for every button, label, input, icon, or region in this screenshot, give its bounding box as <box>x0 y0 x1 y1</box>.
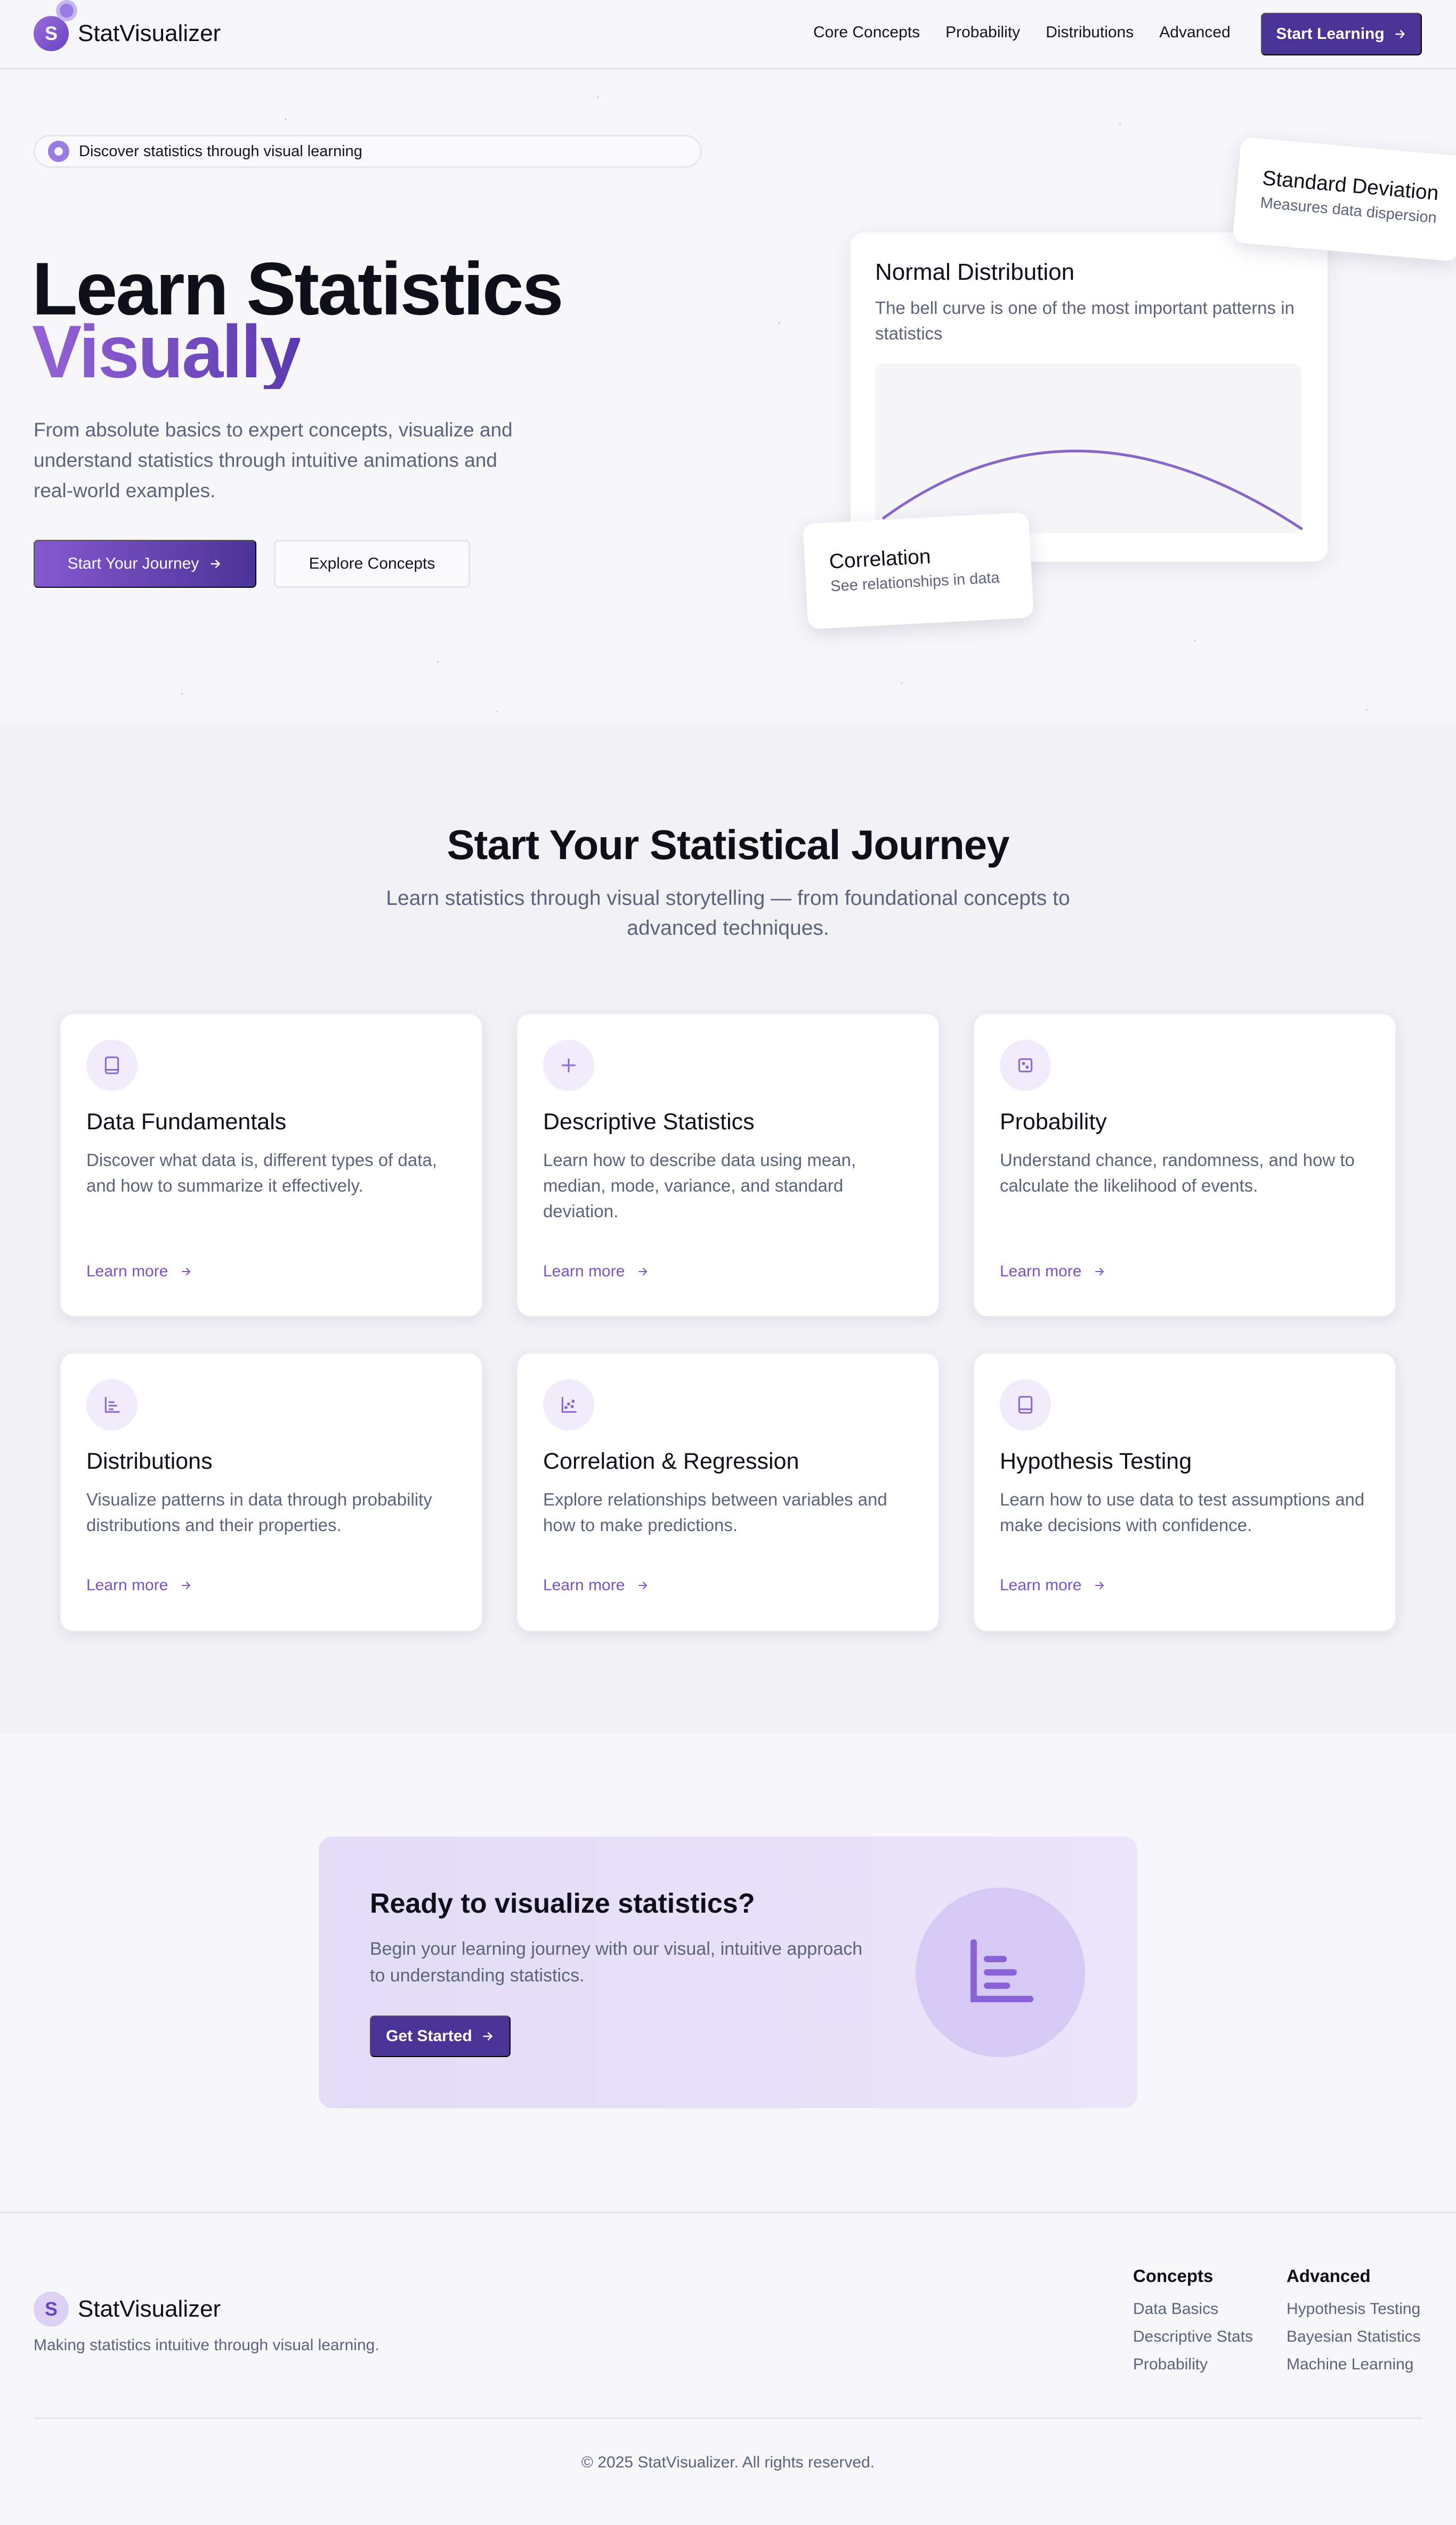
nav-link-core-concepts[interactable]: Core Concepts <box>813 23 920 42</box>
bell-curve-line <box>882 449 1303 530</box>
journey-subtitle: Learn statistics through visual storytel… <box>386 887 1070 940</box>
learn-more-link[interactable]: Learn more <box>1000 1576 1106 1595</box>
arrow-right-icon <box>483 2032 492 2041</box>
footer-link-hypothesis-testing[interactable]: Hypothesis Testing <box>1287 2300 1421 2318</box>
topic-card-description: Learn how to describe data using mean, m… <box>543 1150 856 1221</box>
journey-title: Start Your Statistical Journey <box>447 821 1009 868</box>
arrow-right-icon <box>1095 1268 1104 1275</box>
learn-more-link[interactable]: Learn more <box>86 1576 192 1595</box>
correlation-subtitle: See relationships in data <box>830 569 1000 595</box>
footer-link-descriptive-stats[interactable]: Descriptive Stats <box>1133 2328 1253 2346</box>
footer-divider <box>34 2417 1422 2419</box>
learn-more-link[interactable]: Learn more <box>86 1263 192 1281</box>
footer-copyright: © 2025 StatVisualizer. All rights reserv… <box>581 2454 875 2471</box>
start-journey-button[interactable]: Start Your Journey <box>34 540 256 588</box>
brand-name: StatVisualizer <box>78 20 221 46</box>
top-nav: S StatVisualizer Core Concepts Probabili… <box>0 0 1456 69</box>
learn-more-link[interactable]: Learn more <box>543 1576 649 1595</box>
arrow-right-icon <box>211 560 221 568</box>
topic-card-correlation-regression[interactable]: Correlation & Regression Explore relatio… <box>516 1353 940 1632</box>
nav-link-distributions[interactable]: Distributions <box>1046 23 1134 42</box>
footer-column-advanced: Advanced Hypothesis Testing Bayesian Sta… <box>1287 2266 1421 2383</box>
footer-link-bayesian-statistics[interactable]: Bayesian Statistics <box>1287 2328 1421 2346</box>
footer-link-machine-learning[interactable]: Machine Learning <box>1287 2356 1421 2374</box>
footer-brand-name: StatVisualizer <box>78 2296 221 2322</box>
learn-more-label: Learn more <box>86 1576 168 1594</box>
footer-tagline: Making statistics intuitive through visu… <box>34 2336 379 2354</box>
book-icon <box>86 1040 137 1091</box>
learn-more-label: Learn more <box>1000 1263 1082 1280</box>
nav-link-advanced[interactable]: Advanced <box>1159 23 1230 42</box>
cta-description: Begin your learning journey with our vis… <box>370 1939 863 1986</box>
logo[interactable]: S StatVisualizer <box>34 0 221 51</box>
topic-card-description: Learn how to use data to test assumption… <box>1000 1490 1365 1535</box>
correlation-title: Correlation <box>828 545 932 573</box>
start-journey-label: Start Your Journey <box>67 555 199 572</box>
target-icon <box>48 141 69 162</box>
topic-card-title: Distributions <box>86 1448 213 1474</box>
cta-banner: Ready to visualize statistics? Begin you… <box>319 1836 1137 2108</box>
footer-column-heading: Concepts <box>1133 2266 1214 2286</box>
book-icon <box>1000 1379 1051 1430</box>
topic-card-description: Explore relationships between variables … <box>543 1490 887 1535</box>
cta-title: Ready to visualize statistics? <box>370 1888 755 1919</box>
footer-column-concepts: Concepts Data Basics Descriptive Stats P… <box>1133 2266 1253 2383</box>
logo-badge: S <box>34 0 77 51</box>
arrow-right-icon <box>1395 30 1405 38</box>
bar-chart-icon <box>916 1888 1085 2057</box>
learn-more-label: Learn more <box>1000 1576 1082 1594</box>
dice-icon <box>1000 1040 1051 1091</box>
arrow-right-icon <box>182 1268 191 1275</box>
topic-card-descriptive-statistics[interactable]: Descriptive Statistics Learn how to desc… <box>516 1013 940 1317</box>
topic-card-data-fundamentals[interactable]: Data Fundamentals Discover what data is,… <box>60 1013 483 1317</box>
topic-card-description: Visualize patterns in data through proba… <box>86 1490 432 1535</box>
footer-link-probability[interactable]: Probability <box>1133 2356 1253 2374</box>
arrow-right-icon <box>638 1582 648 1589</box>
footer-logo[interactable]: S StatVisualizer <box>34 2292 221 2327</box>
nav-links: Core Concepts Probability Distributions … <box>813 23 1256 42</box>
topic-card-title: Descriptive Statistics <box>543 1109 755 1135</box>
footer-column-heading: Advanced <box>1287 2266 1371 2286</box>
explore-concepts-button[interactable]: Explore Concepts <box>274 540 470 588</box>
topic-card-title: Correlation & Regression <box>543 1448 799 1474</box>
topic-card-title: Hypothesis Testing <box>1000 1448 1192 1474</box>
topic-card-probability[interactable]: Probability Understand chance, randomnes… <box>973 1013 1396 1317</box>
arrow-right-icon <box>182 1582 191 1589</box>
footer-logo-badge: S <box>34 2292 69 2327</box>
standard-deviation-card[interactable]: Standard Deviation Measures data dispers… <box>1232 136 1456 262</box>
learn-more-label: Learn more <box>86 1263 168 1280</box>
get-started-button[interactable]: Get Started <box>370 2016 511 2057</box>
topic-card-hypothesis-testing[interactable]: Hypothesis Testing Learn how to use data… <box>973 1353 1396 1632</box>
plus-icon <box>543 1040 594 1091</box>
topic-card-title: Data Fundamentals <box>86 1109 287 1135</box>
topic-card-distributions[interactable]: Distributions Visualize patterns in data… <box>60 1353 483 1632</box>
hero-pill-text: Discover statistics through visual learn… <box>79 142 362 160</box>
learn-more-link[interactable]: Learn more <box>543 1263 649 1281</box>
topic-card-title: Probability <box>1000 1109 1107 1135</box>
start-learning-button[interactable]: Start Learning <box>1261 13 1422 55</box>
topic-card-description: Understand chance, randomness, and how t… <box>1000 1150 1355 1195</box>
start-learning-label: Start Learning <box>1276 25 1385 43</box>
nav-link-probability[interactable]: Probability <box>945 23 1020 42</box>
scatter-plot-icon <box>543 1379 594 1430</box>
hero-pill: Discover statistics through visual learn… <box>34 135 702 168</box>
logo-letter: S <box>44 22 58 44</box>
get-started-label: Get Started <box>386 2027 472 2045</box>
hero-title-line2: Visually <box>32 310 302 393</box>
arrow-right-icon <box>638 1268 648 1275</box>
learn-more-link[interactable]: Learn more <box>1000 1263 1106 1281</box>
learn-more-label: Learn more <box>543 1263 625 1280</box>
logo-dot-icon <box>56 0 77 21</box>
correlation-card[interactable]: Correlation See relationships in data <box>803 512 1034 629</box>
hero-paragraph: From absolute basics to expert concepts,… <box>34 419 513 501</box>
arrow-right-icon <box>1095 1582 1104 1589</box>
topic-card-description: Discover what data is, different types o… <box>86 1150 437 1195</box>
bar-chart-icon <box>86 1379 137 1430</box>
footer-link-data-basics[interactable]: Data Basics <box>1133 2300 1253 2318</box>
learn-more-label: Learn more <box>543 1576 625 1594</box>
